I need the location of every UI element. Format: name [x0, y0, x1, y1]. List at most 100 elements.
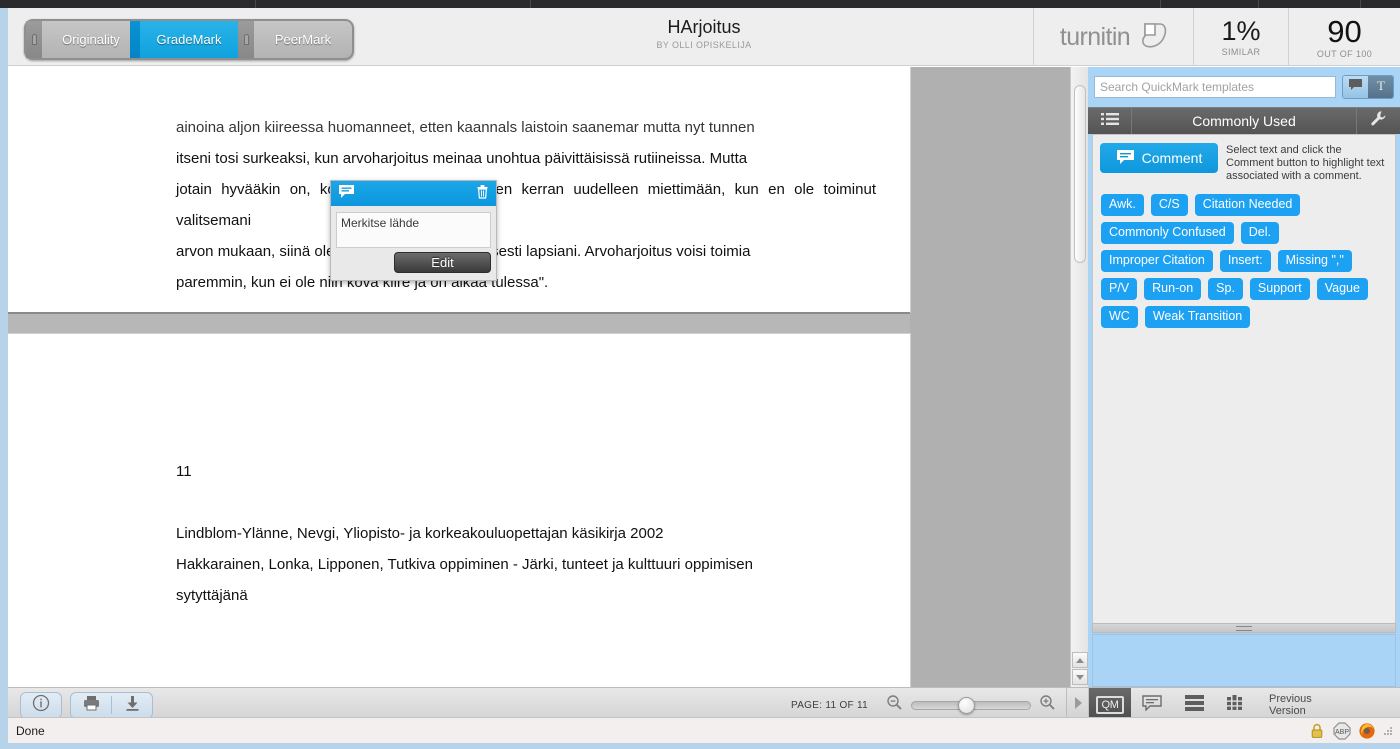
status-bar-icons: ABP [1307, 721, 1400, 740]
comment-popup-header [331, 181, 496, 206]
window-resize-grip[interactable] [1382, 725, 1394, 737]
quickmark-settings-button[interactable] [1356, 107, 1400, 135]
viewer-scroll-thumb[interactable] [1074, 85, 1086, 263]
quickmark-tag[interactable]: Sp. [1208, 278, 1243, 300]
grade-value: 90 [1327, 13, 1362, 49]
quickmark-tag[interactable]: Vague [1316, 278, 1368, 300]
similarity-score[interactable]: 1% SIMILAR [1193, 8, 1288, 66]
doc-line-clipped: ainoina aljon kiireessa huomanneet, ette… [176, 119, 755, 136]
doc-line: jotain hyvääkin on, koska olen joutunut … [176, 181, 876, 229]
quickmark-tag[interactable]: Run-on [1144, 278, 1202, 300]
tab-peermark[interactable]: PeerMark [254, 21, 352, 58]
quickmark-tag[interactable]: Del. [1240, 222, 1279, 244]
app-header: Originality GradeMark PeerMark HArjoitus… [8, 8, 1400, 66]
comment-popup[interactable]: Merkitse lähde Edit [330, 180, 497, 281]
tab-grademark-label: GradeMark [156, 32, 222, 47]
printer-icon [82, 694, 101, 717]
svg-text:T: T [1377, 78, 1385, 92]
page-number-text: 11 [176, 463, 192, 480]
doc-line: paremmin, kun ei ole niin kova kiire ja … [176, 274, 549, 291]
grade-score[interactable]: 90 OUT OF 100 [1288, 8, 1400, 66]
tab-originality[interactable]: Originality [42, 21, 140, 58]
brand-wordmark: turnitin [1059, 22, 1131, 51]
comment-button-label: Comment [1141, 150, 1203, 166]
quickmark-tag[interactable]: Commonly Confused [1101, 222, 1234, 244]
quickmark-tag[interactable]: Support [1249, 278, 1310, 300]
grip-icon [1236, 625, 1252, 631]
info-icon [32, 694, 50, 717]
quickmark-list-button[interactable] [1088, 107, 1132, 135]
zoom-slider[interactable] [911, 696, 1031, 714]
header-right-group: turnitin 1% SIMILAR 90 OUT OF 100 [1033, 8, 1400, 66]
viewer-vertical-scrollbar[interactable] [1070, 67, 1088, 687]
quickmark-tag[interactable]: Insert: [1219, 250, 1271, 272]
comment-bubble-icon [1142, 694, 1162, 716]
quickmark-tag[interactable]: WC [1101, 306, 1138, 328]
annotation-mode-toggle: T [1342, 75, 1394, 99]
edit-comment-button[interactable]: Edit [394, 252, 491, 273]
doc-line: arvon mukaan, siinä olen pettänyt itseni… [176, 243, 751, 260]
quickmark-tag[interactable]: Improper Citation [1101, 250, 1213, 272]
info-button[interactable] [21, 693, 61, 718]
zoom-out-icon[interactable] [886, 694, 903, 716]
zoom-in-icon[interactable] [1039, 694, 1056, 716]
print-download-group [70, 691, 153, 719]
quickmark-set-name[interactable]: Commonly Used [1132, 108, 1356, 135]
mode-comment-button[interactable] [1343, 76, 1368, 98]
window-bottom-edge [0, 743, 1400, 749]
previous-version-button[interactable]: Previous Version [1269, 693, 1312, 717]
browser-status-bar: Done ABP [8, 717, 1400, 743]
print-button[interactable] [71, 693, 111, 718]
comment-bubble-icon [1348, 78, 1363, 96]
document-viewer[interactable]: ainoina aljon kiireessa huomanneet, ette… [8, 67, 1088, 687]
quickmark-tag[interactable]: Missing "," [1277, 250, 1352, 272]
adblock-icon[interactable]: ABP [1332, 721, 1351, 740]
tab-notch-left [26, 21, 42, 58]
tab-grademark[interactable]: GradeMark [130, 21, 238, 58]
panel-resize-handle[interactable] [1092, 623, 1396, 633]
comment-button[interactable]: Comment [1100, 143, 1218, 173]
grade-label: OUT OF 100 [1316, 48, 1373, 59]
quickmark-tag-list: Awk. C/S Citation Needed Commonly Confus… [1093, 189, 1395, 333]
scroll-up-button[interactable] [1072, 652, 1088, 668]
search-input[interactable] [1094, 76, 1336, 98]
zoom-slider-handle[interactable] [958, 696, 975, 714]
previous-version-line1: Previous [1269, 693, 1312, 705]
panel-lower-region [1092, 634, 1396, 687]
list-icon [1100, 112, 1119, 131]
quickmark-list: Comment Select text and click the Commen… [1092, 134, 1396, 627]
text-tool-icon: T [1374, 78, 1388, 97]
delete-comment-icon[interactable] [476, 184, 489, 204]
grid-icon [1226, 694, 1246, 716]
quickmark-tag[interactable]: Awk. [1101, 194, 1144, 216]
comment-tool-row: Comment Select text and click the Commen… [1093, 135, 1395, 189]
comment-bubble-icon [338, 184, 355, 204]
zoom-control [886, 694, 1056, 716]
download-icon [124, 694, 141, 717]
comment-hint-text: Select text and click the Comment button… [1226, 144, 1385, 182]
quickmark-tag[interactable]: P/V [1101, 278, 1138, 300]
previous-version-line2: Version [1269, 705, 1306, 717]
wrench-icon [1370, 110, 1387, 132]
turnitin-swoosh-icon [1133, 19, 1167, 56]
info-button-group [20, 691, 62, 719]
view-tab-group: Originality GradeMark PeerMark [24, 19, 354, 60]
similarity-label: SIMILAR [1221, 47, 1261, 57]
scroll-down-button[interactable] [1072, 669, 1088, 685]
chevron-right-icon [1073, 696, 1083, 715]
download-button[interactable] [112, 693, 152, 718]
similarity-value: 1% [1221, 16, 1261, 46]
lock-icon[interactable] [1307, 721, 1326, 740]
quickmark-tag[interactable]: Weak Transition [1144, 306, 1251, 328]
firefox-icon[interactable] [1357, 721, 1376, 740]
tab-originality-label: Originality [62, 32, 120, 47]
document-page-current: 11 Lindblom-Ylänne, Nevgi, Yliopisto- ja… [8, 334, 910, 687]
quickmark-search-row: T [1094, 75, 1394, 99]
quickmark-tag[interactable]: C/S [1150, 194, 1188, 216]
quickmark-icon: QM [1096, 696, 1124, 714]
window-left-edge [0, 8, 8, 749]
tab-notch-right [238, 21, 254, 58]
quickmark-tag[interactable]: Citation Needed [1194, 194, 1301, 216]
quickmark-set-header: Commonly Used [1088, 107, 1400, 135]
mode-text-button[interactable]: T [1368, 76, 1393, 98]
